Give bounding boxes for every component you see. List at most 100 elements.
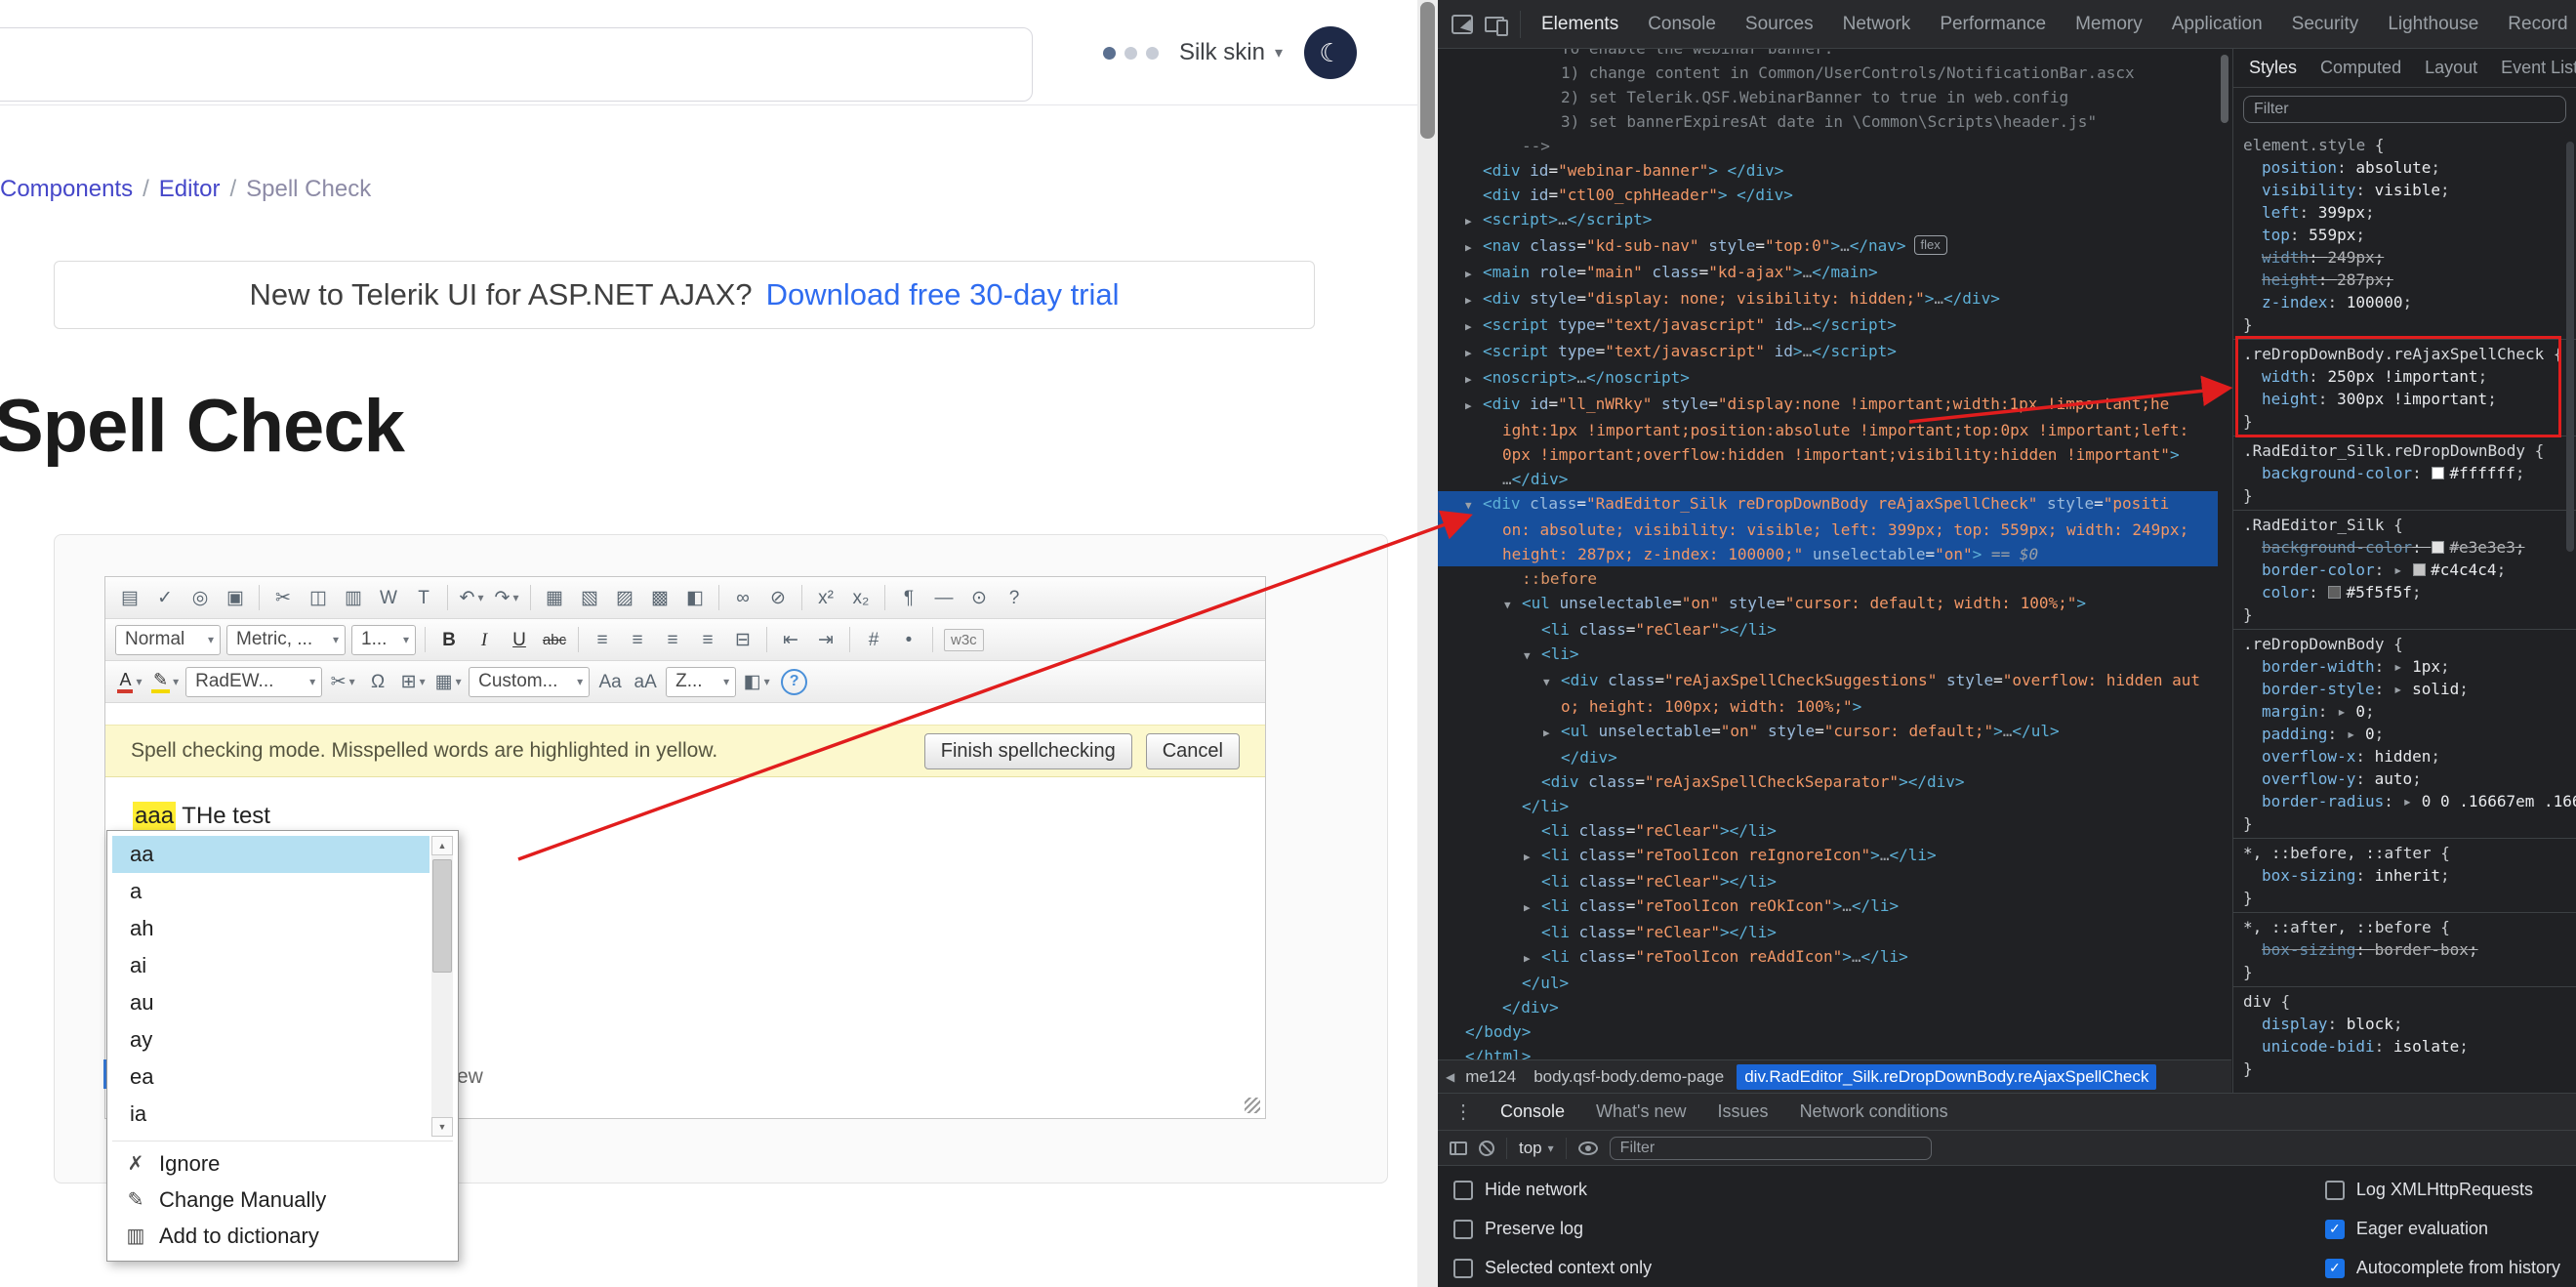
css-decl-width[interactable]: width: 249px; [2243,246,2576,269]
color-swatch[interactable] [2413,563,2426,576]
chevron-left-icon[interactable]: ◀ [1446,1070,1454,1084]
media-manager-button[interactable]: ▩ [643,582,676,613]
suggestion-item[interactable]: ia [112,1096,429,1133]
elements-scrollbar-thumb[interactable] [2221,55,2228,123]
drawer-tab-console[interactable]: Console [1485,1094,1580,1130]
css-decl-position[interactable]: position: absolute; [2243,156,2576,179]
align-right-button[interactable]: ≡ [656,624,689,655]
expand-arrow-icon[interactable]: ▶ [1465,394,1483,418]
expand-arrow-icon[interactable]: ▶ [1524,845,1541,869]
css-selector[interactable]: .reDropDownBody { [2243,633,2576,655]
color-swatch[interactable] [2432,467,2444,479]
css-decl-border-width[interactable]: border-width: ▸ 1px; [2243,655,2576,678]
paste-from-word-button[interactable]: W [372,582,405,613]
lowercase-button[interactable]: aA [629,666,662,697]
unchecked-checkbox-icon[interactable] [1453,1220,1473,1239]
image-manager-button[interactable]: ▦ [538,582,571,613]
dom-tree-node[interactable]: </body> [1438,1019,2218,1044]
insert-snippet-button[interactable]: ▦▾ [431,666,465,697]
color-swatch[interactable] [2328,586,2341,599]
css-decl-z-index[interactable]: z-index: 100000; [2243,291,2576,313]
undo-button[interactable]: ↶▾ [455,582,488,613]
css-decl-background-color[interactable]: background-color: #e3e3e3; [2243,536,2576,559]
css-selector[interactable]: .RadEditor_Silk.reDropDownBody { [2243,439,2576,462]
unchecked-checkbox-icon[interactable] [1453,1259,1473,1278]
suggestion-item[interactable]: a [112,873,429,910]
css-selector[interactable]: *, ::before, ::after { [2243,842,2576,864]
dom-tree-node[interactable]: <div id="ctl00_cphHeader"> </div> [1438,183,2218,207]
expand-arrow-icon[interactable]: ▶ [1465,288,1483,312]
insert-symbol-button[interactable]: Ω [361,666,394,697]
carousel-dot[interactable] [1124,47,1137,60]
dom-tree-node[interactable]: ▶<li class="reToolIcon reAddIcon">…</li> [1438,944,2218,971]
custom-dropdown-select[interactable]: Custom...▾ [469,667,590,697]
dom-tree-node[interactable]: ▶<ul unselectable="on" style="cursor: de… [1438,719,2218,745]
drawer-tab-issues[interactable]: Issues [1702,1094,1784,1130]
scroll-down-button[interactable]: ▼ [431,1117,453,1137]
devtools-tab-recorder[interactable]: Recorder [2493,0,2568,48]
checkbox-eager-evaluation[interactable]: ✓Eager evaluation [2325,1215,2560,1243]
console-sidebar-icon[interactable] [1450,1142,1467,1155]
subscript-button[interactable]: x₂ [844,582,878,613]
dom-tree-node[interactable]: </ul> [1438,971,2218,995]
module-manager-button[interactable]: ◧▾ [740,666,773,697]
inspect-element-icon[interactable] [1452,15,1473,34]
devtools-tab-lighthouse[interactable]: Lighthouse [2373,0,2493,48]
devtools-tab-security[interactable]: Security [2277,0,2374,48]
dom-tree-node[interactable]: 1) change content in Common/UserControls… [1438,61,2218,85]
font-size-select[interactable]: 1...▾ [351,625,416,655]
dom-tree-node[interactable]: on: absolute; visibility: visible; left:… [1438,518,2218,542]
format-stripper-button[interactable]: ✂▾ [326,666,359,697]
copy-button[interactable]: ◫ [302,582,335,613]
find-and-replace-button[interactable]: ◎ [184,582,217,613]
remove-link-button[interactable]: ⊘ [761,582,795,613]
drawer-tab-network-conditions[interactable]: Network conditions [1784,1094,1964,1130]
dom-tree-node[interactable]: <li class="reClear"></li> [1438,869,2218,893]
suggestion-item[interactable]: ea [112,1059,429,1096]
dom-tree-node[interactable]: ight:1px !important;position:absolute !i… [1438,418,2218,442]
template-manager-button[interactable]: ◧ [678,582,712,613]
expand-arrow-icon[interactable]: ▼ [1504,593,1522,617]
unchecked-checkbox-icon[interactable] [2325,1181,2345,1200]
hyperlink-manager-button[interactable]: ∞ [726,582,759,613]
breadcrumb-editor[interactable]: Editor [159,176,221,203]
checked-checkbox-icon[interactable]: ✓ [2325,1259,2345,1278]
insert-date-button[interactable]: ⊙ [962,582,996,613]
uppercase-button[interactable]: Aa [593,666,627,697]
numbered-list-button[interactable]: # [857,624,890,655]
styles-tab-event-listeners[interactable]: Event Listeners [2489,58,2576,78]
paste-button[interactable]: ▥ [337,582,370,613]
superscript-button[interactable]: x² [809,582,842,613]
dom-tree-node[interactable]: 2) set Telerik.QSF.WebinarBanner to true… [1438,85,2218,109]
suggestion-item[interactable]: ah [112,910,429,947]
expand-arrow-icon[interactable]: ▶ [1465,367,1483,392]
devtools-tab-performance[interactable]: Performance [1925,0,2061,48]
action-change-manually[interactable]: ✎Change Manually [112,1182,453,1218]
dom-tree-node[interactable]: ▶<nav class="kd-sub-nav" style="top:0">…… [1438,233,2218,260]
dom-crumb-0[interactable]: me124 [1465,1067,1516,1087]
css-decl-background-color[interactable]: background-color: #ffffff; [2243,462,2576,484]
dom-tree-node[interactable]: ▶<div style="display: none; visibility: … [1438,286,2218,312]
css-decl-height[interactable]: height: 287px; [2243,269,2576,291]
dom-tree-node[interactable]: </html> [1438,1044,2218,1059]
css-selector[interactable]: element.style { [2243,134,2576,156]
italic-button[interactable]: I [468,624,501,655]
dom-tree-node[interactable]: ▶<li class="reToolIcon reIgnoreIcon">…</… [1438,843,2218,869]
expand-arrow-icon[interactable]: ▼ [1524,644,1541,668]
justify-button[interactable]: ≡ [691,624,724,655]
dom-tree-node[interactable]: o; height: 100px; width: 100%;"> [1438,694,2218,719]
devtools-tab-application[interactable]: Application [2157,0,2277,48]
breadcrumb-components[interactable]: Components [0,176,133,203]
carousel-dot[interactable] [1146,47,1159,60]
bold-button[interactable]: B [432,624,466,655]
dom-tree-node[interactable]: </div> [1438,995,2218,1019]
dom-tree-node[interactable]: 0px !important;overflow:hidden !importan… [1438,442,2218,467]
page-scrollbar-thumb[interactable] [1420,2,1435,139]
misspelled-word[interactable]: aaa [133,802,176,830]
cut-button[interactable]: ✂ [266,582,300,613]
dom-tree-node[interactable]: <li class="reClear"></li> [1438,617,2218,642]
css-decl-unicode-bidi[interactable]: unicode-bidi: isolate; [2243,1035,2576,1058]
dom-tree-node[interactable]: --> [1438,134,2218,158]
checkbox-preserve-log[interactable]: Preserve log [1453,1215,2325,1243]
css-decl-border-color[interactable]: border-color: ▸ #c4c4c4; [2243,559,2576,581]
